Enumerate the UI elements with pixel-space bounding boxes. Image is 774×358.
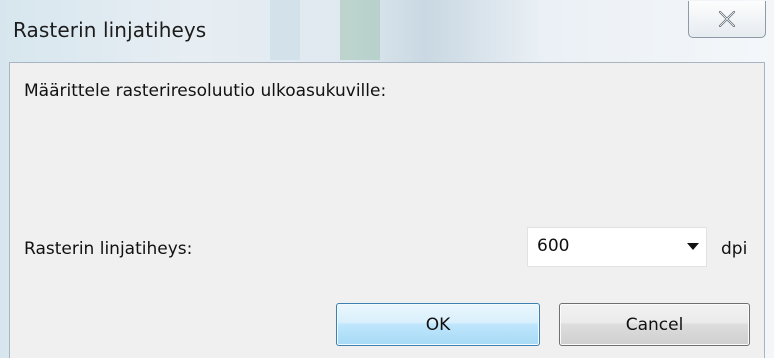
resolution-value: 600: [537, 236, 570, 256]
resolution-label: Rasterin linjatiheys:: [24, 239, 193, 259]
dialog-window: Rasterin linjatiheys Määrittele rasterir…: [0, 0, 774, 358]
cancel-button[interactable]: Cancel: [559, 303, 750, 346]
close-icon: [718, 10, 736, 28]
unit-label: dpi: [721, 239, 748, 259]
title-bar[interactable]: Rasterin linjatiheys: [0, 0, 774, 62]
dialog-content: Määrittele rasteriresoluutio ulkoasukuvi…: [9, 62, 765, 358]
ok-button[interactable]: OK: [336, 303, 540, 346]
close-button[interactable]: [688, 1, 766, 38]
description-text: Määrittele rasteriresoluutio ulkoasukuvi…: [24, 81, 387, 101]
dropdown-arrow-icon[interactable]: [686, 242, 700, 251]
resolution-dropdown[interactable]: 600: [527, 227, 707, 267]
window-title: Rasterin linjatiheys: [13, 18, 207, 42]
